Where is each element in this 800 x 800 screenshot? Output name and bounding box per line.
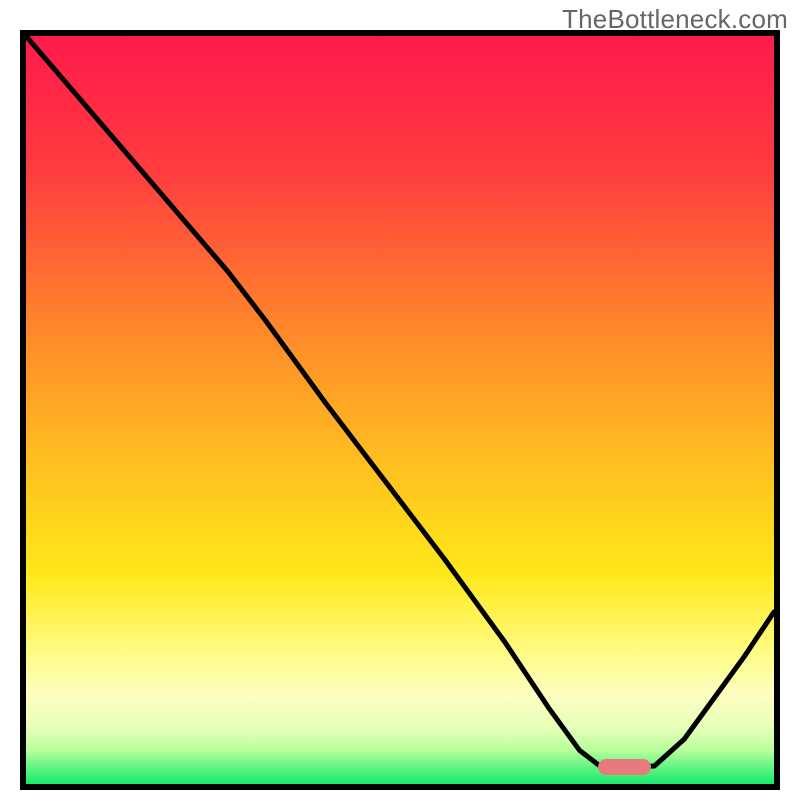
optimal-zone-marker: [598, 759, 650, 775]
bottleneck-curve: [26, 36, 774, 784]
plot-area: [20, 30, 780, 790]
bottleneck-chart: TheBottleneck.com: [0, 0, 800, 800]
